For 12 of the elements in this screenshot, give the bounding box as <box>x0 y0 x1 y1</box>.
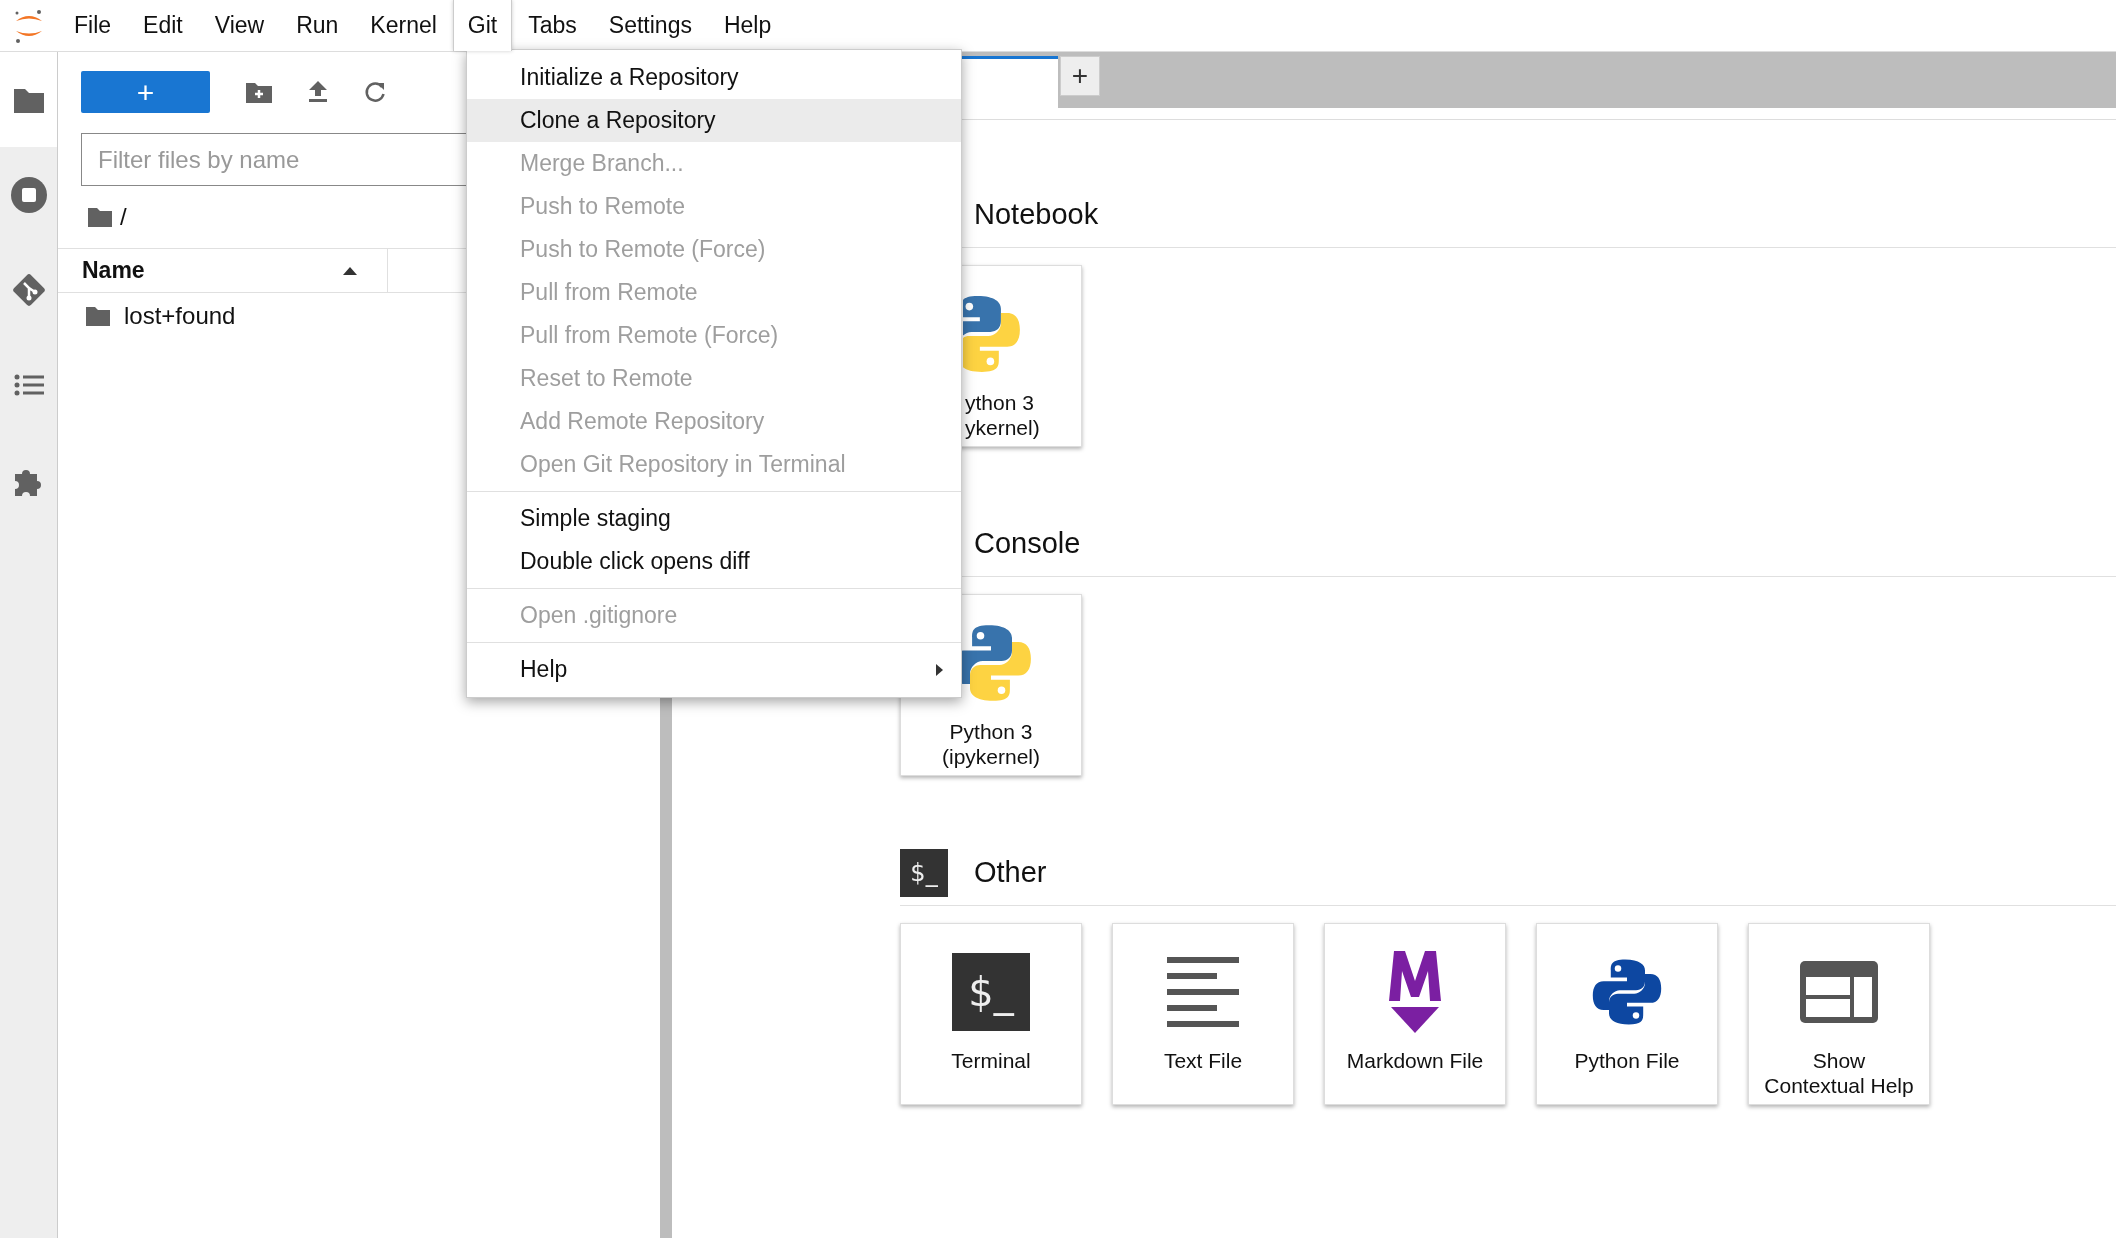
card-label: Python File <box>1574 1048 1680 1073</box>
terminal-icon: $_ <box>900 848 948 897</box>
section-title: Notebook <box>974 196 1099 232</box>
card-label: Text File <box>1163 1048 1243 1073</box>
card-label: Python 3 (ipykernel) <box>942 719 1040 769</box>
card-label: Markdown File <box>1346 1048 1484 1073</box>
card-label: Show Contextual Help <box>1764 1048 1914 1098</box>
terminal-icon: $_ <box>952 953 1030 1031</box>
card-label: Terminal <box>951 1048 1031 1073</box>
card-label: ython 3 ykernel) <box>965 390 1040 440</box>
section-title: Other <box>974 854 1047 890</box>
section-title: Console <box>974 525 1081 561</box>
